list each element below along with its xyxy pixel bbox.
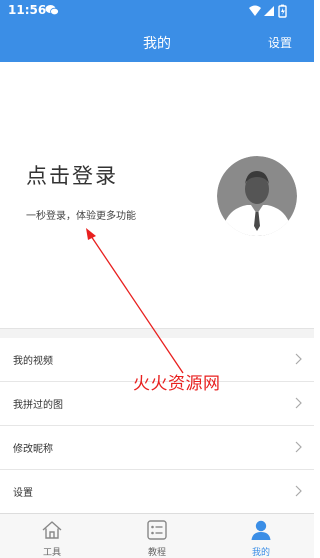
battery-icon <box>278 4 287 18</box>
status-icons <box>249 4 287 18</box>
settings-button[interactable]: 设置 <box>268 34 292 51</box>
person-icon <box>251 520 271 540</box>
settings-menu: 我的视频 我拼过的图 修改昵称 设置 <box>0 338 314 514</box>
menu-item-label: 我拼过的图 <box>13 400 63 411</box>
section-divider <box>0 328 314 338</box>
watermark-text: 火火资源网 <box>133 374 221 394</box>
list-icon <box>147 520 167 540</box>
menu-item-settings[interactable]: 设置 <box>0 470 314 514</box>
chevron-right-icon <box>295 353 302 365</box>
tab-label: 工具 <box>42 548 61 558</box>
avatar[interactable] <box>217 156 297 236</box>
status-bar: 11:56 <box>0 0 314 22</box>
default-avatar-icon <box>217 156 297 236</box>
profile-header: 点击登录 一秒登录，体验更多功能 <box>0 62 314 328</box>
signal-icon <box>264 6 274 16</box>
nav-bar: 我的 设置 <box>0 22 314 62</box>
tab-label: 我的 <box>251 548 270 558</box>
tab-label: 教程 <box>147 548 166 558</box>
chevron-right-icon <box>295 441 302 453</box>
menu-item-label: 设置 <box>13 488 33 499</box>
chevron-right-icon <box>295 485 302 497</box>
menu-item-edit-nickname[interactable]: 修改昵称 <box>0 426 314 470</box>
menu-item-label: 我的视频 <box>13 356 53 367</box>
tab-tools[interactable]: 工具 <box>0 514 104 558</box>
menu-item-label: 修改昵称 <box>13 444 53 455</box>
status-time: 11:56 <box>8 3 47 17</box>
login-subtitle: 一秒登录，体验更多功能 <box>26 211 136 222</box>
tab-mine[interactable]: 我的 <box>209 514 313 558</box>
tab-tutorials[interactable]: 教程 <box>105 514 209 558</box>
login-button[interactable]: 点击登录 <box>26 160 118 190</box>
bottom-tab-bar: 工具 教程 我的 <box>0 513 314 558</box>
page-title: 我的 <box>143 36 171 52</box>
home-icon <box>42 521 62 539</box>
wechat-notification-icon <box>45 5 59 16</box>
chevron-right-icon <box>295 397 302 409</box>
wifi-icon <box>249 5 261 16</box>
